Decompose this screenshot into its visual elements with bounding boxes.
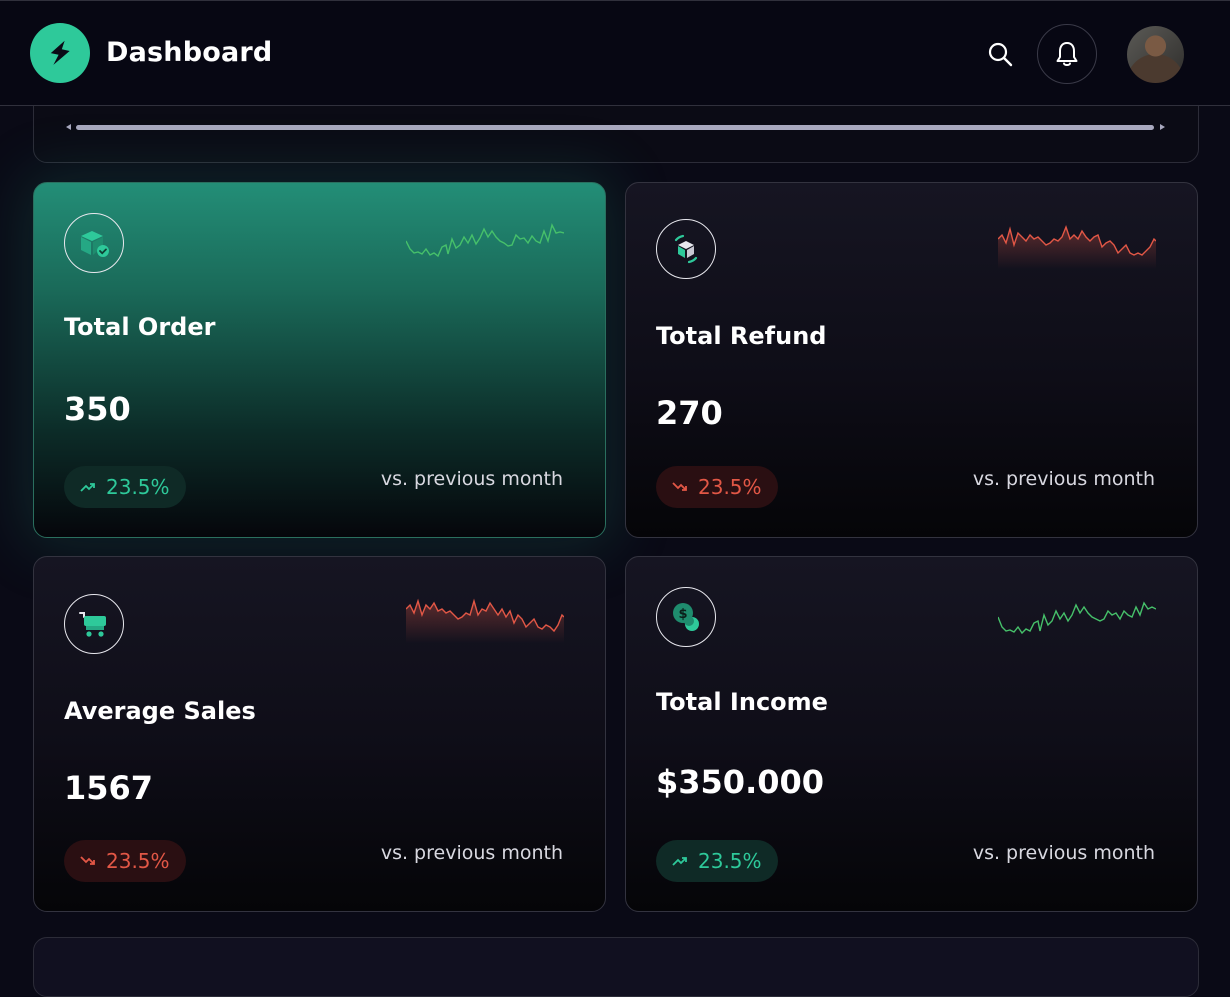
next-panel xyxy=(33,937,1199,997)
cart-icon xyxy=(64,594,124,654)
trend-value: 23.5% xyxy=(106,849,170,873)
trend-up-icon xyxy=(80,483,95,492)
comparison-label: vs. previous month xyxy=(380,468,563,490)
sparkline-chart xyxy=(406,222,564,258)
scroll-left-arrow-icon[interactable] xyxy=(66,124,71,130)
trend-value: 23.5% xyxy=(698,849,762,873)
card-value: 350 xyxy=(64,390,131,428)
card-value: $350.000 xyxy=(656,763,825,801)
card-value: 270 xyxy=(656,394,723,432)
card-value: 1567 xyxy=(64,769,154,807)
card-title: Total Income xyxy=(656,688,828,716)
trend-value: 23.5% xyxy=(106,475,170,499)
scroll-right-arrow-icon[interactable] xyxy=(1160,124,1165,130)
sparkline-chart xyxy=(406,598,564,643)
box-check-icon xyxy=(64,213,124,273)
card-total-order[interactable]: Total Order 350 23.5% vs. previous month xyxy=(33,182,606,538)
card-average-sales[interactable]: Average Sales 1567 23.5% vs. previous mo… xyxy=(33,556,606,912)
trend-badge: 23.5% xyxy=(64,840,186,882)
trend-badge: 23.5% xyxy=(656,840,778,882)
notifications-button[interactable] xyxy=(1037,24,1097,84)
coins-icon: $ xyxy=(656,587,716,647)
card-total-refund[interactable]: Total Refund 270 23.5% vs. previous mont… xyxy=(625,182,1198,538)
search-icon[interactable] xyxy=(985,39,1015,69)
trend-down-icon xyxy=(672,482,687,491)
comparison-label: vs. previous month xyxy=(380,842,563,864)
comparison-label: vs. previous month xyxy=(972,842,1155,864)
bell-icon xyxy=(1056,42,1078,66)
horizontal-scrollbar[interactable] xyxy=(76,125,1154,130)
page-title: Dashboard xyxy=(106,37,273,68)
trend-badge: 23.5% xyxy=(656,466,778,508)
comparison-label: vs. previous month xyxy=(972,468,1155,490)
sparkline-chart xyxy=(998,224,1156,269)
sparkline-chart xyxy=(998,601,1156,635)
card-title: Total Order xyxy=(64,313,216,341)
trend-down-icon xyxy=(80,856,95,865)
card-title: Total Refund xyxy=(656,322,827,350)
card-total-income[interactable]: $ Total Income $350.000 23.5% vs. previo… xyxy=(625,556,1198,912)
trend-value: 23.5% xyxy=(698,475,762,499)
logo-bolt-icon[interactable] xyxy=(30,23,90,83)
top-bar: Dashboard xyxy=(0,0,1230,106)
user-avatar[interactable] xyxy=(1127,26,1184,83)
trend-up-icon xyxy=(672,857,687,866)
box-refresh-icon xyxy=(656,219,716,279)
trend-badge: 23.5% xyxy=(64,466,186,508)
card-title: Average Sales xyxy=(64,697,256,725)
